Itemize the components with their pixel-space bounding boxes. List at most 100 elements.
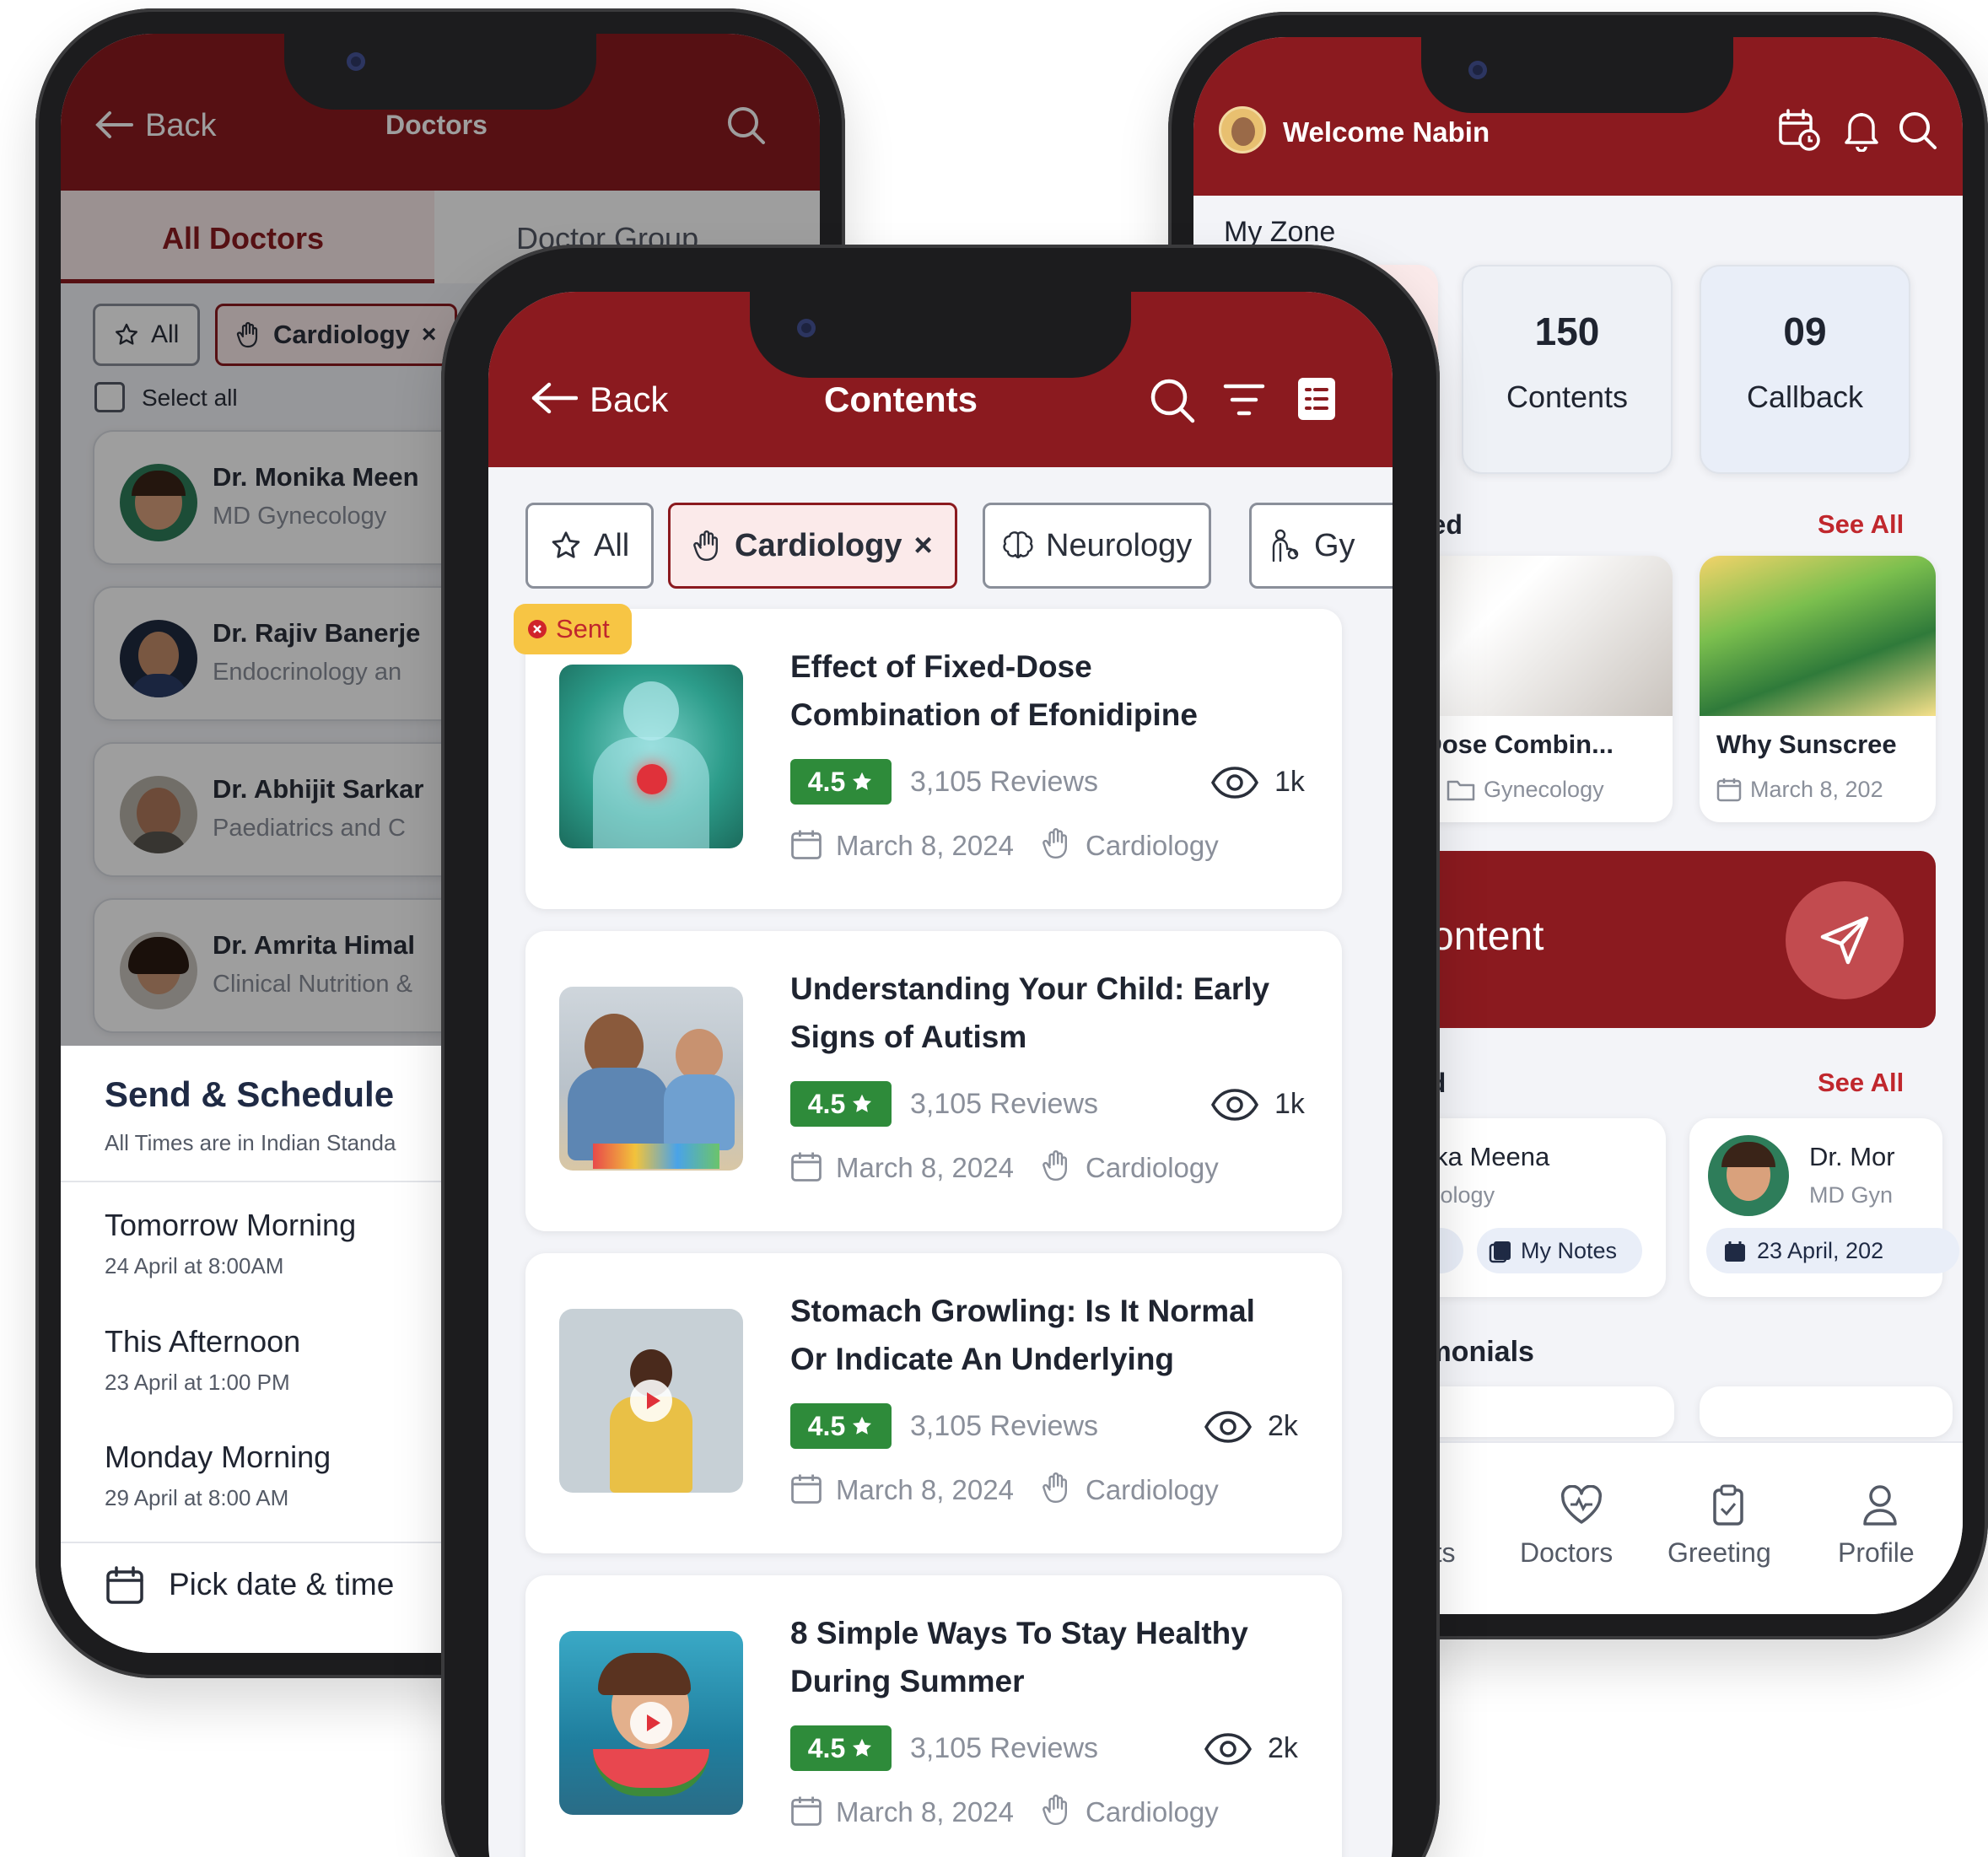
notes-icon	[1489, 1240, 1512, 1263]
schedule-option-time: 29 April at 8:00 AM	[105, 1485, 289, 1510]
article-date: March 8, 2024	[836, 1474, 1014, 1505]
hand-icon	[1042, 1793, 1072, 1827]
sent-badge: Sent	[514, 604, 632, 654]
calendar-icon	[790, 1472, 822, 1504]
calendar-clock-icon[interactable]	[1777, 108, 1821, 152]
schedule-option-label: Tomorrow Morning	[105, 1208, 357, 1242]
avatar[interactable]	[1219, 106, 1266, 153]
article-thumb-watermelon-video	[559, 1631, 743, 1815]
pick-date-label: Pick date & time	[169, 1567, 395, 1601]
center-phone: Back Contents All Cardiology × Neurology…	[441, 245, 1440, 1857]
center-notch	[750, 292, 1131, 378]
my-notes-pill[interactable]: My Notes	[1477, 1228, 1642, 1273]
filter-chip-cardiology-label: Cardiology	[735, 527, 902, 563]
stat-label: Callback	[1746, 379, 1864, 414]
article-category: Cardiology	[1086, 1152, 1219, 1183]
hand-icon	[1042, 826, 1072, 860]
filter-icon[interactable]	[1223, 381, 1265, 420]
star-icon	[850, 770, 874, 794]
see-all-link[interactable]: See All	[1818, 509, 1904, 540]
calendar-icon	[790, 1795, 822, 1827]
filter-chip-gynecology[interactable]: Gy	[1249, 503, 1393, 589]
review-count: 3,105 Reviews	[910, 1088, 1099, 1120]
review-count: 3,105 Reviews	[910, 1410, 1099, 1442]
eye-icon	[1210, 1088, 1259, 1122]
view-count: 2k	[1268, 1410, 1298, 1442]
left-notch	[284, 34, 596, 110]
search-icon[interactable]	[1148, 376, 1197, 425]
scheduled-doctor-card[interactable]: Dr. Mor MD Gyn 23 April, 202	[1689, 1118, 1959, 1297]
back-arrow-icon[interactable]	[531, 381, 578, 415]
star-icon	[850, 1736, 874, 1760]
heart-pulse-icon[interactable]	[1560, 1485, 1603, 1526]
rating-value: 4.5	[807, 1410, 846, 1441]
article-card[interactable]: Effect of Fixed-Dose Combination of Efon…	[525, 609, 1342, 909]
center-screen: Back Contents All Cardiology × Neurology…	[488, 292, 1393, 1857]
schedule-option-label: Monday Morning	[105, 1440, 331, 1474]
rating-badge: 4.5	[790, 1081, 892, 1127]
view-count: 1k	[1274, 1088, 1305, 1120]
content-category: Gynecology	[1484, 777, 1604, 802]
avatar	[1708, 1135, 1789, 1216]
rating-badge: 4.5	[790, 1725, 892, 1771]
search-icon[interactable]	[1897, 110, 1939, 152]
filter-chip-neurology-label: Neurology	[1046, 527, 1193, 563]
rating-value: 4.5	[807, 1088, 846, 1119]
article-title: Understanding Your Child: Early	[790, 972, 1270, 1006]
review-count: 3,105 Reviews	[910, 766, 1099, 798]
rating-badge: 4.5	[790, 759, 892, 805]
rating-badge: 4.5	[790, 1403, 892, 1449]
review-count: 3,105 Reviews	[910, 1732, 1099, 1764]
article-title: During Summer	[790, 1664, 1025, 1698]
back-button[interactable]: Back	[590, 379, 668, 420]
filter-chip-all[interactable]: All	[525, 503, 655, 589]
star-icon	[850, 1414, 874, 1438]
article-card[interactable]: 8 Simple Ways To Stay Healthy During Sum…	[525, 1575, 1342, 1857]
article-thumb-father-child	[559, 987, 743, 1171]
close-circle-icon	[527, 619, 547, 639]
schedule-option-label: This Afternoon	[105, 1324, 301, 1359]
article-date: March 8, 2024	[836, 1152, 1014, 1183]
bell-icon[interactable]	[1841, 108, 1882, 152]
user-icon[interactable]	[1861, 1483, 1899, 1527]
article-thumb-anatomy-heart	[559, 665, 743, 848]
play-icon[interactable]	[630, 1702, 672, 1744]
filter-chip-gynecology-label: Gy	[1314, 527, 1355, 563]
filter-chip-all-label: All	[594, 527, 630, 563]
stat-card-callback[interactable]: 09 Callback	[1700, 265, 1910, 474]
page-title: Contents	[824, 379, 978, 419]
see-all-link[interactable]: See All	[1818, 1068, 1904, 1098]
send-button[interactable]	[1786, 881, 1904, 999]
filter-chip-cardiology[interactable]: Cardiology ×	[668, 503, 957, 589]
content-title: -Dose Combin...	[1414, 729, 1614, 759]
hand-icon	[692, 529, 723, 562]
schedule-option-time: 24 April at 8:00AM	[105, 1253, 284, 1278]
view-count: 1k	[1274, 766, 1305, 798]
nav-greeting-label[interactable]: Greeting	[1667, 1537, 1771, 1569]
clipboard-icon[interactable]	[1711, 1483, 1745, 1527]
stat-card-contents[interactable]: 150 Contents	[1462, 265, 1673, 474]
article-card[interactable]: Understanding Your Child: Early Signs of…	[525, 931, 1342, 1231]
play-icon[interactable]	[630, 1380, 672, 1422]
eye-icon	[1204, 1410, 1253, 1444]
list-view-icon[interactable]	[1296, 376, 1337, 422]
brain-icon	[1002, 530, 1034, 561]
close-icon[interactable]: ×	[913, 528, 932, 564]
stat-value: 150	[1534, 310, 1600, 353]
doctor-name: Dr. Mor	[1809, 1142, 1895, 1171]
article-card[interactable]: Stomach Growling: Is It Normal Or Indica…	[525, 1253, 1342, 1553]
nav-profile-label[interactable]: Profile	[1838, 1537, 1915, 1569]
stat-value: 09	[1783, 310, 1827, 353]
content-date: March 8, 202	[1750, 777, 1883, 802]
folder-icon	[1447, 777, 1475, 802]
marketing-composition: Back Doctors All Doctors Doctor Group Al…	[0, 0, 1988, 1857]
rating-value: 4.5	[807, 1732, 846, 1763]
calendar-icon	[790, 828, 822, 860]
welcome-text: Welcome Nabin	[1283, 116, 1490, 148]
calendar-icon	[105, 1565, 145, 1606]
filter-chip-neurology[interactable]: Neurology	[983, 503, 1212, 589]
content-card[interactable]: Why Sunscree March 8, 202	[1700, 556, 1936, 822]
article-thumb-woman-stomach-video	[559, 1309, 743, 1493]
testimonial-card-partial[interactable]	[1700, 1386, 1953, 1437]
nav-doctors-label[interactable]: Doctors	[1520, 1537, 1613, 1569]
